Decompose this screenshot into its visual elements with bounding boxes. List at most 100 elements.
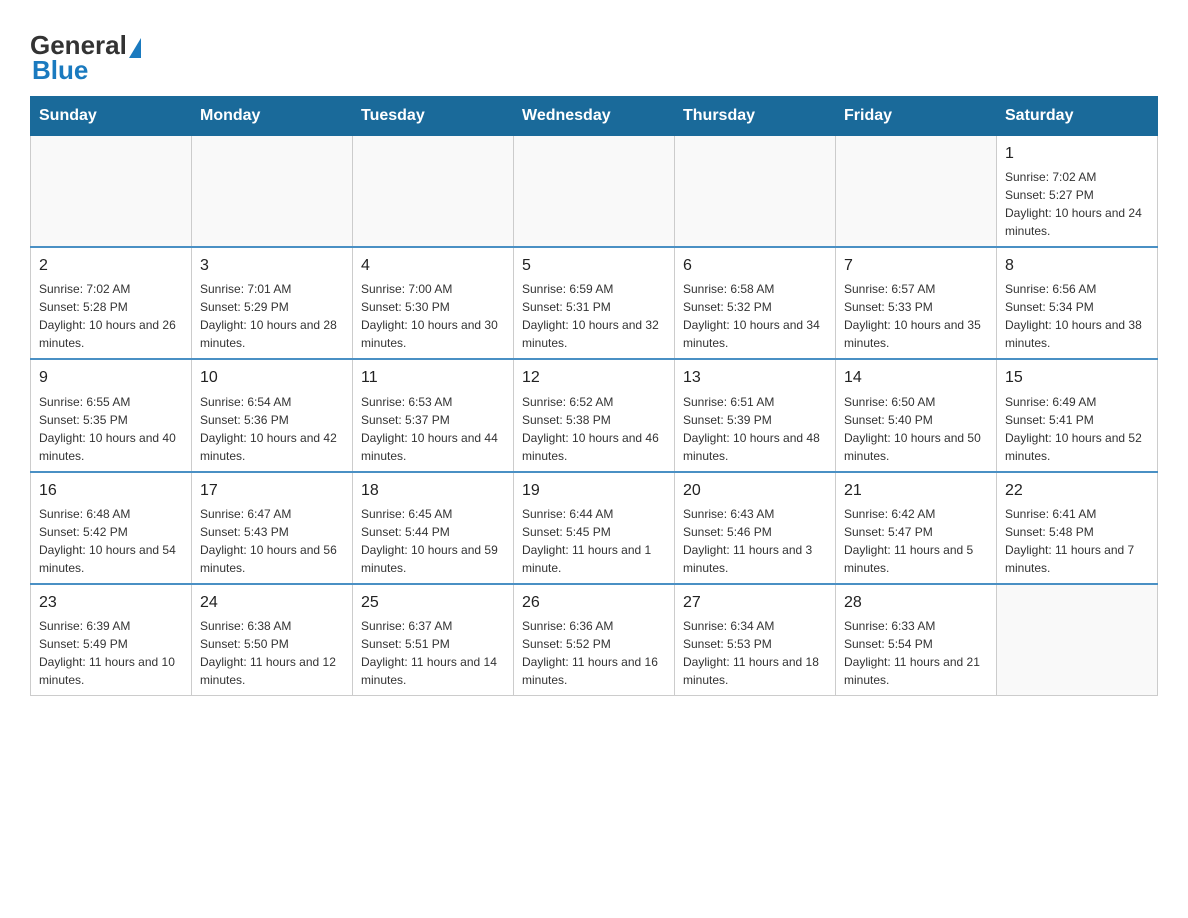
calendar-week-row: 2 Sunrise: 7:02 AM Sunset: 5:28 PM Daylig… xyxy=(31,247,1158,359)
day-number: 3 xyxy=(200,254,344,277)
day-number: 14 xyxy=(844,366,988,389)
calendar-cell: 22Sunrise: 6:41 AM Sunset: 5:48 PM Dayli… xyxy=(997,472,1158,584)
logo-triangle-icon xyxy=(129,38,141,58)
day-number: 22 xyxy=(1005,479,1149,502)
day-info: Sunrise: 6:51 AM Sunset: 5:39 PM Dayligh… xyxy=(683,393,827,465)
calendar-cell: 20 Sunrise: 6:43 AM Sunset: 5:46 PM Dayli… xyxy=(675,472,836,584)
day-info: Sunrise: 6:50 AM Sunset: 5:40 PM Dayligh… xyxy=(844,393,988,465)
calendar-cell: 11 Sunrise: 6:53 AM Sunset: 5:37 PM Dayli… xyxy=(353,359,514,471)
day-info: Sunrise: 6:45 AM Sunset: 5:44 PM Dayligh… xyxy=(361,505,505,577)
calendar-cell: 27 Sunrise: 6:34 AM Sunset: 5:53 PM Dayli… xyxy=(675,584,836,696)
calendar-cell: 8 Sunrise: 6:56 AM Sunset: 5:34 PM Daylig… xyxy=(997,247,1158,359)
calendar-cell: 14 Sunrise: 6:50 AM Sunset: 5:40 PM Dayli… xyxy=(836,359,997,471)
day-number: 19 xyxy=(522,479,666,502)
calendar-cell: 18 Sunrise: 6:45 AM Sunset: 5:44 PM Dayli… xyxy=(353,472,514,584)
day-info: Sunrise: 6:55 AM Sunset: 5:35 PM Dayligh… xyxy=(39,393,183,465)
calendar-table: SundayMondayTuesdayWednesdayThursdayFrid… xyxy=(30,96,1158,696)
day-info: Sunrise: 6:44 AM Sunset: 5:45 PM Dayligh… xyxy=(522,505,666,577)
day-info: Sunrise: 6:48 AM Sunset: 5:42 PM Dayligh… xyxy=(39,505,183,577)
calendar-cell: 17 Sunrise: 6:47 AM Sunset: 5:43 PM Dayli… xyxy=(192,472,353,584)
day-info: Sunrise: 6:47 AM Sunset: 5:43 PM Dayligh… xyxy=(200,505,344,577)
calendar-cell: 5 Sunrise: 6:59 AM Sunset: 5:31 PM Daylig… xyxy=(514,247,675,359)
calendar-cell: 16 Sunrise: 6:48 AM Sunset: 5:42 PM Dayli… xyxy=(31,472,192,584)
calendar-cell xyxy=(514,136,675,248)
day-number: 25 xyxy=(361,591,505,614)
day-number: 1 xyxy=(1005,142,1149,165)
calendar-week-row: 23 Sunrise: 6:39 AM Sunset: 5:49 PM Dayli… xyxy=(31,584,1158,696)
calendar-cell: 26 Sunrise: 6:36 AM Sunset: 5:52 PM Dayli… xyxy=(514,584,675,696)
column-header-wednesday: Wednesday xyxy=(514,97,675,136)
day-info: Sunrise: 6:59 AM Sunset: 5:31 PM Dayligh… xyxy=(522,280,666,352)
day-info: Sunrise: 6:57 AM Sunset: 5:33 PM Dayligh… xyxy=(844,280,988,352)
day-number: 23 xyxy=(39,591,183,614)
calendar-cell: 1 Sunrise: 7:02 AM Sunset: 5:27 PM Daylig… xyxy=(997,136,1158,248)
day-number: 26 xyxy=(522,591,666,614)
day-info: Sunrise: 6:58 AM Sunset: 5:32 PM Dayligh… xyxy=(683,280,827,352)
day-info: Sunrise: 6:43 AM Sunset: 5:46 PM Dayligh… xyxy=(683,505,827,577)
day-info: Sunrise: 7:01 AM Sunset: 5:29 PM Dayligh… xyxy=(200,280,344,352)
day-info: Sunrise: 6:52 AM Sunset: 5:38 PM Dayligh… xyxy=(522,393,666,465)
day-number: 10 xyxy=(200,366,344,389)
day-number: 12 xyxy=(522,366,666,389)
calendar-cell: 24Sunrise: 6:38 AM Sunset: 5:50 PM Dayli… xyxy=(192,584,353,696)
calendar-cell: 9Sunrise: 6:55 AM Sunset: 5:35 PM Daylig… xyxy=(31,359,192,471)
calendar-cell: 23 Sunrise: 6:39 AM Sunset: 5:49 PM Dayli… xyxy=(31,584,192,696)
column-header-tuesday: Tuesday xyxy=(353,97,514,136)
day-number: 11 xyxy=(361,366,505,389)
calendar-cell: 25 Sunrise: 6:37 AM Sunset: 5:51 PM Dayli… xyxy=(353,584,514,696)
day-info: Sunrise: 6:49 AM Sunset: 5:41 PM Dayligh… xyxy=(1005,393,1149,465)
day-number: 20 xyxy=(683,479,827,502)
day-number: 28 xyxy=(844,591,988,614)
day-info: Sunrise: 6:36 AM Sunset: 5:52 PM Dayligh… xyxy=(522,617,666,689)
day-number: 8 xyxy=(1005,254,1149,277)
day-number: 21 xyxy=(844,479,988,502)
day-info: Sunrise: 6:54 AM Sunset: 5:36 PM Dayligh… xyxy=(200,393,344,465)
day-number: 17 xyxy=(200,479,344,502)
calendar-cell xyxy=(353,136,514,248)
calendar-cell xyxy=(31,136,192,248)
day-number: 13 xyxy=(683,366,827,389)
day-number: 16 xyxy=(39,479,183,502)
column-header-saturday: Saturday xyxy=(997,97,1158,136)
calendar-cell: 28 Sunrise: 6:33 AM Sunset: 5:54 PM Dayli… xyxy=(836,584,997,696)
calendar-cell: 4 Sunrise: 7:00 AM Sunset: 5:30 PM Daylig… xyxy=(353,247,514,359)
day-number: 2 xyxy=(39,254,183,277)
calendar-week-row: 16 Sunrise: 6:48 AM Sunset: 5:42 PM Dayli… xyxy=(31,472,1158,584)
day-number: 27 xyxy=(683,591,827,614)
day-info: Sunrise: 6:39 AM Sunset: 5:49 PM Dayligh… xyxy=(39,617,183,689)
calendar-cell: 13 Sunrise: 6:51 AM Sunset: 5:39 PM Dayli… xyxy=(675,359,836,471)
day-info: Sunrise: 6:56 AM Sunset: 5:34 PM Dayligh… xyxy=(1005,280,1149,352)
page-header: General Blue xyxy=(30,20,1158,86)
day-number: 18 xyxy=(361,479,505,502)
column-header-thursday: Thursday xyxy=(675,97,836,136)
day-number: 24 xyxy=(200,591,344,614)
calendar-cell: 12 Sunrise: 6:52 AM Sunset: 5:38 PM Dayli… xyxy=(514,359,675,471)
day-info: Sunrise: 7:00 AM Sunset: 5:30 PM Dayligh… xyxy=(361,280,505,352)
day-info: Sunrise: 7:02 AM Sunset: 5:27 PM Dayligh… xyxy=(1005,168,1149,240)
day-info: Sunrise: 6:53 AM Sunset: 5:37 PM Dayligh… xyxy=(361,393,505,465)
calendar-week-row: 1 Sunrise: 7:02 AM Sunset: 5:27 PM Daylig… xyxy=(31,136,1158,248)
calendar-cell: 15 Sunrise: 6:49 AM Sunset: 5:41 PM Dayli… xyxy=(997,359,1158,471)
day-number: 4 xyxy=(361,254,505,277)
calendar-cell xyxy=(192,136,353,248)
day-info: Sunrise: 6:34 AM Sunset: 5:53 PM Dayligh… xyxy=(683,617,827,689)
calendar-cell xyxy=(675,136,836,248)
day-number: 7 xyxy=(844,254,988,277)
day-number: 5 xyxy=(522,254,666,277)
column-header-monday: Monday xyxy=(192,97,353,136)
day-info: Sunrise: 6:42 AM Sunset: 5:47 PM Dayligh… xyxy=(844,505,988,577)
day-info: Sunrise: 6:33 AM Sunset: 5:54 PM Dayligh… xyxy=(844,617,988,689)
calendar-header-row: SundayMondayTuesdayWednesdayThursdayFrid… xyxy=(31,97,1158,136)
day-info: Sunrise: 6:37 AM Sunset: 5:51 PM Dayligh… xyxy=(361,617,505,689)
calendar-cell: 6Sunrise: 6:58 AM Sunset: 5:32 PM Daylig… xyxy=(675,247,836,359)
day-info: Sunrise: 7:02 AM Sunset: 5:28 PM Dayligh… xyxy=(39,280,183,352)
calendar-cell: 7 Sunrise: 6:57 AM Sunset: 5:33 PM Daylig… xyxy=(836,247,997,359)
calendar-cell: 3 Sunrise: 7:01 AM Sunset: 5:29 PM Daylig… xyxy=(192,247,353,359)
calendar-cell: 2 Sunrise: 7:02 AM Sunset: 5:28 PM Daylig… xyxy=(31,247,192,359)
calendar-cell xyxy=(836,136,997,248)
column-header-friday: Friday xyxy=(836,97,997,136)
calendar-week-row: 9Sunrise: 6:55 AM Sunset: 5:35 PM Daylig… xyxy=(31,359,1158,471)
day-number: 15 xyxy=(1005,366,1149,389)
logo-text-block: General Blue xyxy=(30,30,141,86)
logo: General Blue xyxy=(30,30,141,86)
